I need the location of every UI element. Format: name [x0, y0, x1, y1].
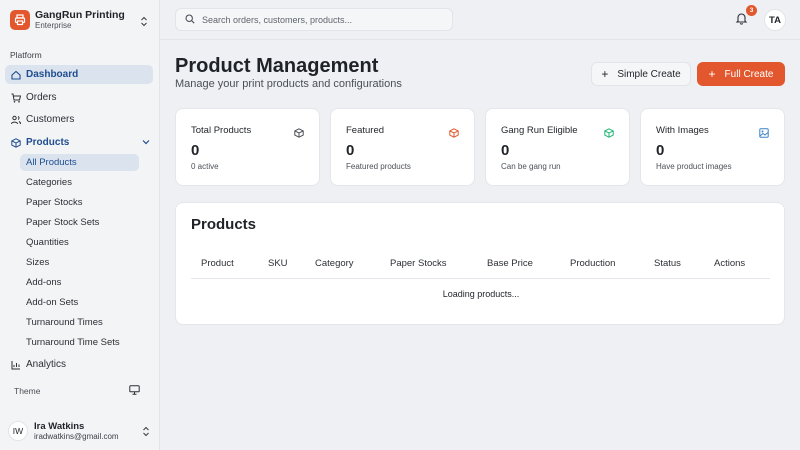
package-icon: [10, 137, 21, 148]
sidebar-item-dashboard[interactable]: Dashboard: [5, 65, 153, 84]
column-header-paper-stocks[interactable]: Paper Stocks: [390, 258, 447, 269]
stat-value: 0: [191, 142, 200, 159]
theme-row[interactable]: Theme: [14, 385, 140, 397]
stat-card-total-products: Total Products 0 0 active: [175, 108, 320, 186]
page-title: Product Management: [175, 55, 379, 77]
stat-title: Total Products: [191, 125, 252, 136]
sidebar-item-orders[interactable]: Orders: [5, 88, 153, 107]
sidebar-item-label: Analytics: [26, 359, 67, 370]
search-input[interactable]: Search orders, customers, products...: [202, 15, 352, 25]
stat-card-with-images: With Images 0 Have product images: [640, 108, 785, 186]
monitor-icon[interactable]: [129, 385, 140, 397]
sidebar-subitem-all-products[interactable]: All Products: [20, 154, 139, 171]
stat-desc: 0 active: [191, 162, 219, 171]
image-icon: [759, 125, 769, 138]
user-menu[interactable]: IW Ira Watkins iradwatkins@gmail.com: [8, 418, 152, 444]
user-email: iradwatkins@gmail.com: [34, 431, 119, 441]
sidebar-subitem-turnaround-time-sets[interactable]: Turnaround Time Sets: [20, 334, 139, 351]
sidebar-item-label: Dashboard: [26, 69, 79, 80]
user-name: Ira Watkins: [34, 420, 85, 432]
simple-create-label: Simple Create: [617, 68, 681, 80]
plus-icon: +: [708, 67, 716, 81]
stat-card-gang-run-eligible: Gang Run Eligible 0 Can be gang run: [485, 108, 630, 186]
sidebar-item-analytics[interactable]: Analytics: [5, 356, 153, 372]
sidebar: GangRun Printing Enterprise Platform Das…: [0, 0, 160, 450]
chevrons-up-down-icon: [140, 14, 148, 32]
avatar[interactable]: TA: [764, 9, 786, 31]
box-icon: [294, 125, 304, 138]
stat-title: Gang Run Eligible: [501, 125, 578, 136]
stat-title: With Images: [656, 125, 709, 136]
stat-value: 0: [501, 142, 510, 159]
stat-desc: Can be gang run: [501, 162, 561, 171]
sidebar-subitem-categories[interactable]: Categories: [20, 174, 139, 191]
products-table-title: Products: [191, 216, 257, 233]
sidebar-subitem-quantities[interactable]: Quantities: [20, 234, 139, 251]
home-icon: [10, 69, 21, 80]
stat-value: 0: [656, 142, 665, 159]
column-header-product[interactable]: Product: [201, 258, 234, 269]
stat-desc: Have product images: [656, 162, 732, 171]
topbar: Search orders, customers, products... 3 …: [160, 0, 800, 40]
sidebar-item-customers[interactable]: Customers: [5, 110, 153, 129]
notification-badge: 3: [746, 5, 757, 16]
stat-card-featured: Featured 0 Featured products: [330, 108, 475, 186]
sidebar-subitem-sizes[interactable]: Sizes: [20, 254, 139, 271]
box-icon: [449, 125, 459, 138]
chart-icon: [10, 359, 21, 370]
simple-create-button[interactable]: + Simple Create: [591, 62, 691, 86]
chevrons-up-down-icon: [142, 424, 150, 442]
theme-label: Theme: [14, 386, 41, 396]
column-header-category[interactable]: Category: [315, 258, 354, 269]
full-create-label: Full Create: [724, 68, 774, 80]
brand-name: GangRun Printing: [35, 9, 125, 21]
sidebar-subitem-add-on-sets[interactable]: Add-on Sets: [20, 294, 139, 311]
column-header-base-price[interactable]: Base Price: [487, 258, 533, 269]
brand-switcher[interactable]: GangRun Printing Enterprise: [10, 8, 152, 32]
section-label-platform: Platform: [10, 50, 42, 60]
sidebar-subitem-turnaround-times[interactable]: Turnaround Times: [20, 314, 139, 331]
column-header-status[interactable]: Status: [654, 258, 681, 269]
full-create-button[interactable]: + Full Create: [697, 62, 785, 86]
page-subtitle: Manage your print products and configura…: [175, 78, 402, 90]
stat-desc: Featured products: [346, 162, 411, 171]
box-icon: [604, 125, 614, 138]
stat-value: 0: [346, 142, 355, 159]
brand-subtitle: Enterprise: [35, 21, 72, 30]
sidebar-item-label: Customers: [26, 114, 75, 125]
stat-title: Featured: [346, 125, 385, 136]
search-icon: [185, 11, 195, 29]
column-header-production[interactable]: Production: [570, 258, 615, 269]
avatar: IW: [8, 421, 28, 441]
cart-icon: [10, 92, 21, 103]
printer-icon: [10, 10, 30, 30]
sidebar-item-label: Products: [26, 137, 70, 148]
table-header: Product SKU Category Paper Stocks Base P…: [191, 253, 770, 279]
sidebar-item-label: Orders: [26, 92, 57, 103]
loading-message: Loading products...: [442, 289, 520, 299]
products-table-card: Products Product SKU Category Paper Stoc…: [175, 202, 785, 325]
chevron-down-icon: [142, 137, 150, 148]
users-icon: [10, 114, 21, 125]
sidebar-subitem-paper-stocks[interactable]: Paper Stocks: [20, 194, 139, 211]
sidebar-item-products[interactable]: Products: [5, 133, 153, 152]
search-bar[interactable]: Search orders, customers, products...: [175, 8, 453, 31]
column-header-actions: Actions: [714, 258, 746, 269]
sidebar-subitem-add-ons[interactable]: Add-ons: [20, 274, 139, 291]
sidebar-subitem-paper-stock-sets[interactable]: Paper Stock Sets: [20, 214, 139, 231]
plus-icon: +: [601, 67, 609, 81]
column-header-sku[interactable]: SKU: [268, 258, 288, 269]
